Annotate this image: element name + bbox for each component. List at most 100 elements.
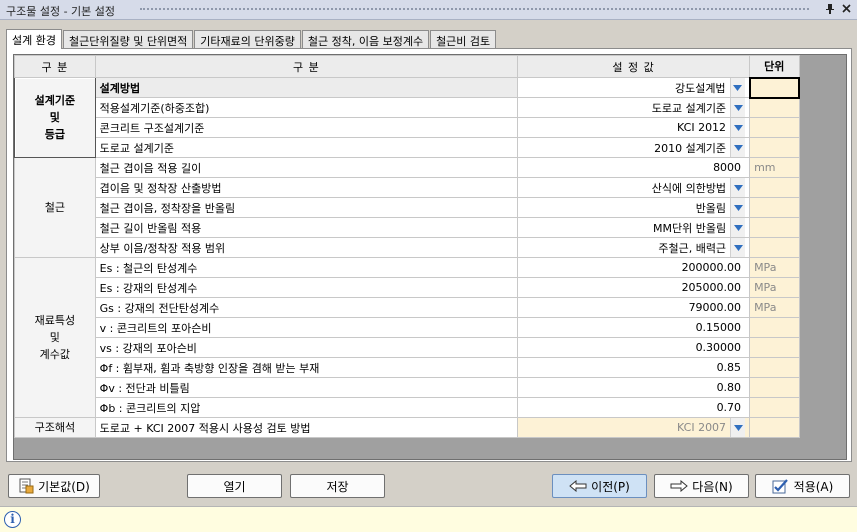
row-label: Gs : 강재의 전단탄성계수 xyxy=(94,297,519,318)
value-dropdown[interactable]: 강도설계법 xyxy=(517,77,751,98)
prev-button[interactable]: 이전(P) xyxy=(552,474,647,498)
check-icon xyxy=(772,478,790,494)
value-text: 79000.00 xyxy=(688,301,742,314)
value-input[interactable]: 205000.00 xyxy=(517,277,751,298)
value-text: 강도설계법 xyxy=(674,81,726,95)
value-dropdown: KCI 2007 xyxy=(517,417,751,438)
tab-rebar-ratio[interactable]: 철근비 검토 xyxy=(430,30,497,49)
settings-table: 구 분 구 분 설 정 값 단위 설계기준 및 등급 설계방법 강도설계법 적용설계기… xyxy=(14,55,801,438)
unit-cell xyxy=(749,337,800,358)
row-label: 콘크리트 구조설계기준 xyxy=(94,117,519,138)
value-text: MM단위 반올림 xyxy=(652,221,727,235)
table-row: 철근 길이 반올림 적용 MM단위 반올림 xyxy=(15,217,800,238)
unit-cell xyxy=(749,317,800,338)
title-grip xyxy=(140,8,809,13)
table-row: Gs : 강재의 전단탄성계수 79000.00 MPa xyxy=(15,297,800,318)
unit-cell xyxy=(749,97,800,118)
button-bar: 기본값(D) 열기 저장 이전(P) 다음(N) 적용(A) xyxy=(0,470,857,504)
chevron-down-icon[interactable] xyxy=(730,178,746,197)
tab-design-env[interactable]: 설계 환경 xyxy=(6,29,62,49)
tab-material-weight[interactable]: 기타재료의 단위중량 xyxy=(194,30,301,49)
row-label: Φf : 휨부재, 휨과 축방향 인장을 겸해 받는 부재 xyxy=(94,357,519,378)
open-button[interactable]: 열기 xyxy=(187,474,282,498)
table-row: 겹이음 및 정착장 산출방법 산식에 의한방법 xyxy=(15,177,800,198)
value-dropdown[interactable]: 도로교 설계기준 xyxy=(517,97,751,118)
value-input[interactable]: 0.85 xyxy=(517,357,751,378)
chevron-down-icon[interactable] xyxy=(730,118,746,137)
header-value: 설 정 값 xyxy=(517,55,751,78)
value-text: KCI 2012 xyxy=(677,121,727,134)
value-dropdown[interactable]: 반올림 xyxy=(517,197,751,218)
row-label: 철근 겹이음, 정착장을 반올림 xyxy=(94,197,519,218)
unit-cell xyxy=(749,177,800,198)
value-dropdown[interactable]: MM단위 반올림 xyxy=(517,217,751,238)
table-row: Φb : 콘크리트의 지압 0.70 xyxy=(15,397,800,418)
unit-cell: MPa xyxy=(749,277,800,298)
value-text: 0.80 xyxy=(716,381,742,394)
save-button[interactable]: 저장 xyxy=(290,474,385,498)
row-label: 도로교 + KCI 2007 적용시 사용성 검토 방법 xyxy=(94,417,519,438)
table-row: 재료특성 및 계수값 Es : 철근의 탄성계수 200000.00 MPa xyxy=(14,257,800,418)
close-icon[interactable] xyxy=(839,3,853,17)
chevron-down-icon[interactable] xyxy=(730,238,746,257)
title-bar: 구조물 설정 - 기본 설정 xyxy=(0,0,857,20)
defaults-button[interactable]: 기본값(D) xyxy=(8,474,100,498)
value-dropdown[interactable]: 2010 설계기준 xyxy=(517,137,751,158)
table-row: 철근 철근 겹이음 적용 길이 8000 mm xyxy=(14,157,800,258)
unit-cell: MPa xyxy=(749,257,800,278)
value-input[interactable]: 79000.00 xyxy=(517,297,751,318)
value-text: KCI 2007 xyxy=(677,421,727,434)
value-input[interactable]: 0.15000 xyxy=(517,317,751,338)
header-group: 구 분 xyxy=(14,55,96,78)
unit-cell xyxy=(749,357,800,378)
value-input[interactable]: 0.80 xyxy=(517,377,751,398)
table-row: vs : 강재의 포아슨비 0.30000 xyxy=(15,337,800,358)
value-text: 0.15000 xyxy=(695,321,742,334)
table-row: 콘크리트 구조설계기준 KCI 2012 xyxy=(15,117,800,138)
chevron-down-icon[interactable] xyxy=(730,138,746,157)
next-button[interactable]: 다음(N) xyxy=(654,474,749,498)
row-label: 철근 겹이음 적용 길이 xyxy=(94,157,519,178)
chevron-down-icon[interactable] xyxy=(729,78,745,97)
value-input[interactable]: 8000 xyxy=(517,157,751,178)
tab-anchorage-factor[interactable]: 철근 정착, 이음 보정계수 xyxy=(301,30,430,49)
group-material: 재료특성 및 계수값 xyxy=(14,257,96,418)
info-icon: i xyxy=(4,511,21,528)
table-row: 철근 겹이음, 정착장을 반올림 반올림 xyxy=(15,197,800,218)
row-label: 상부 이음/정착장 적용 범위 xyxy=(94,237,519,258)
apply-button-label: 적용(A) xyxy=(793,479,834,494)
value-text: 주철근, 배력근 xyxy=(658,241,727,255)
value-dropdown[interactable]: 산식에 의한방법 xyxy=(517,177,751,198)
unit-cell xyxy=(749,217,800,238)
row-label: 적용설계기준(하중조합) xyxy=(94,97,519,118)
value-input[interactable]: 0.30000 xyxy=(517,337,751,358)
row-label: 철근 길이 반올림 적용 xyxy=(94,217,519,238)
grid-body: 설계기준 및 등급 설계방법 강도설계법 적용설계기준(하중조합) 도로교 설계기준 콘크… xyxy=(14,76,801,438)
value-text: 도로교 설계기준 xyxy=(651,101,727,115)
unit-cell xyxy=(748,76,801,99)
settings-grid: 구 분 구 분 설 정 값 단위 설계기준 및 등급 설계방법 강도설계법 적용설계기… xyxy=(13,54,847,460)
tab-rebar-mass[interactable]: 철근단위질량 및 단위면적 xyxy=(62,30,194,49)
value-text: 2010 설계기준 xyxy=(654,141,727,155)
unit-cell xyxy=(749,417,800,438)
value-input[interactable]: 0.70 xyxy=(517,397,751,418)
table-row: 상부 이음/정착장 적용 범위 주철근, 배력근 xyxy=(15,237,800,258)
value-input[interactable]: 200000.00 xyxy=(517,257,751,278)
apply-button[interactable]: 적용(A) xyxy=(755,474,850,498)
chevron-down-icon[interactable] xyxy=(730,198,746,217)
chevron-down-icon[interactable] xyxy=(730,98,746,117)
header-label: 구 분 xyxy=(94,55,519,78)
unit-cell xyxy=(749,237,800,258)
row-label: 설계방법 xyxy=(94,77,519,98)
chevron-down-icon[interactable] xyxy=(730,218,746,237)
unit-cell xyxy=(749,117,800,138)
window-title: 구조물 설정 - 기본 설정 xyxy=(6,5,116,18)
row-label: 도로교 설계기준 xyxy=(94,137,519,158)
group-analysis: 구조해석 xyxy=(14,417,96,438)
value-dropdown[interactable]: KCI 2012 xyxy=(517,117,751,138)
row-label: Es : 강재의 탄성계수 xyxy=(94,277,519,298)
value-text: 205000.00 xyxy=(681,281,742,294)
defaults-button-label: 기본값(D) xyxy=(38,479,90,494)
pin-icon[interactable] xyxy=(823,3,837,17)
value-dropdown[interactable]: 주철근, 배력근 xyxy=(517,237,751,258)
